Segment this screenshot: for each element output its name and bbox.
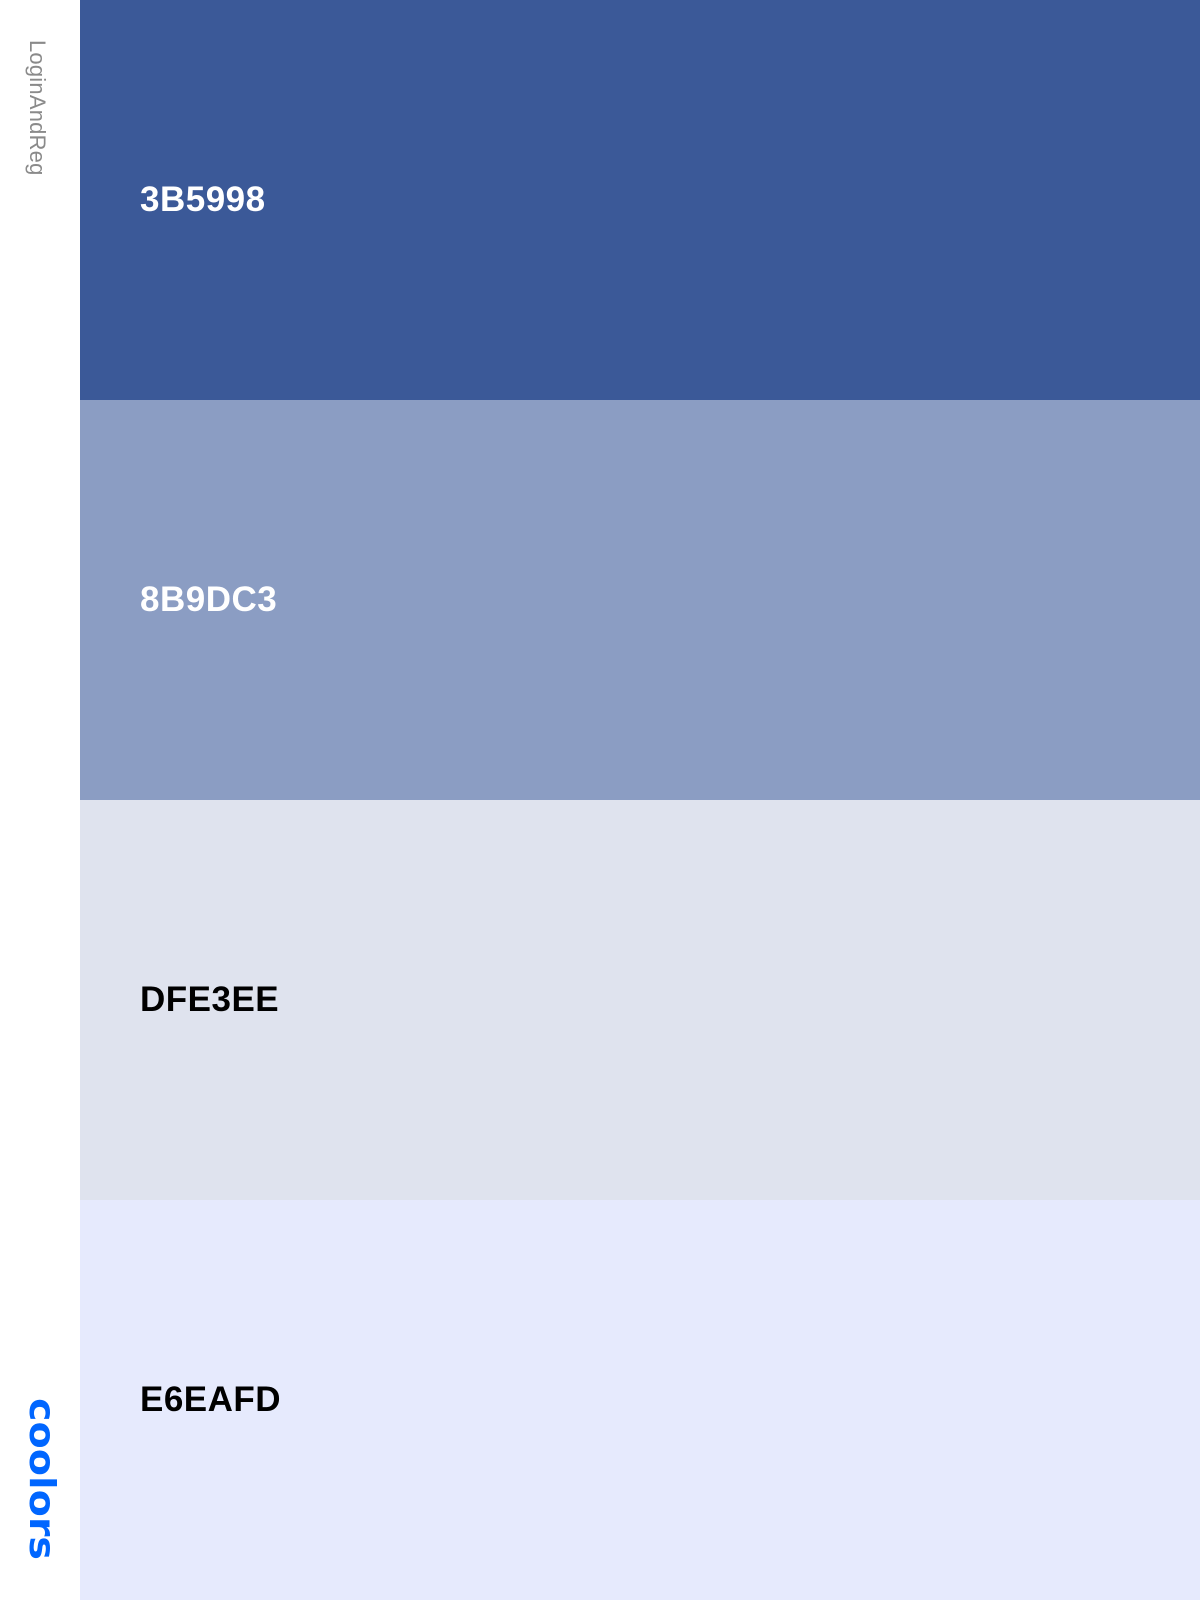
swatch-hex-code[interactable]: E6EAFD xyxy=(140,1378,281,1422)
svg-text:coolors: coolors xyxy=(22,1398,58,1560)
swatch-hex-code[interactable]: DFE3EE xyxy=(140,978,279,1022)
sidebar: LoginAndReg coolors xyxy=(0,0,80,1600)
swatch-hex-code[interactable]: 8B9DC3 xyxy=(140,578,277,622)
coolors-logo-icon: coolors xyxy=(22,1398,58,1560)
color-swatch-4[interactable]: E6EAFD xyxy=(80,1200,1200,1600)
color-swatch-2[interactable]: 8B9DC3 xyxy=(80,400,1200,800)
swatch-list: 3B5998 8B9DC3 DFE3EE E6EAFD xyxy=(80,0,1200,1600)
color-swatch-3[interactable]: DFE3EE xyxy=(80,800,1200,1200)
coolors-logo[interactable]: coolors xyxy=(22,1398,58,1562)
color-swatch-1[interactable]: 3B5998 xyxy=(80,0,1200,400)
swatch-hex-code[interactable]: 3B5998 xyxy=(140,178,266,222)
palette-page: LoginAndReg coolors 3B5998 8B9DC3 DFE3EE… xyxy=(0,0,1200,1600)
palette-name: LoginAndReg xyxy=(25,40,50,176)
